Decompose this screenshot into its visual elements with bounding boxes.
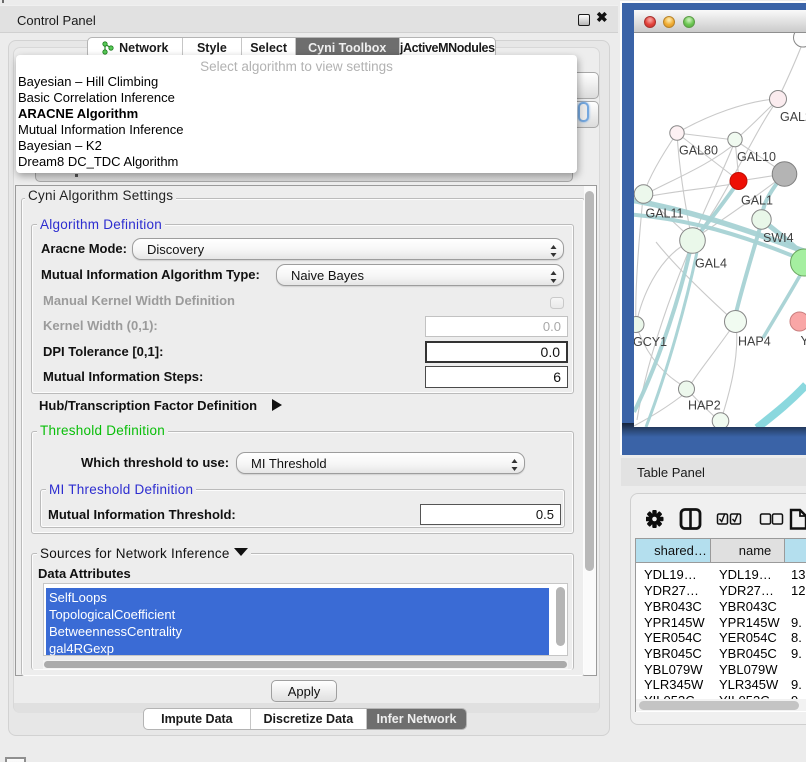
svg-text:GAL4: GAL4 — [695, 257, 727, 271]
svg-text:GAL11: GAL11 — [646, 207, 684, 221]
svg-text:GCY1: GCY1 — [634, 335, 667, 349]
svg-text:GAL10: GAL10 — [737, 150, 776, 164]
svg-text:SWI4: SWI4 — [763, 231, 794, 245]
svg-text:HAP4: HAP4 — [738, 335, 771, 349]
svg-text:HAP2: HAP2 — [688, 399, 721, 413]
svg-text:Y: Y — [801, 334, 806, 348]
svg-text:GAL80: GAL80 — [679, 144, 718, 158]
svg-text:GAL2: GAL2 — [780, 110, 806, 124]
svg-text:GAL1: GAL1 — [741, 194, 773, 208]
